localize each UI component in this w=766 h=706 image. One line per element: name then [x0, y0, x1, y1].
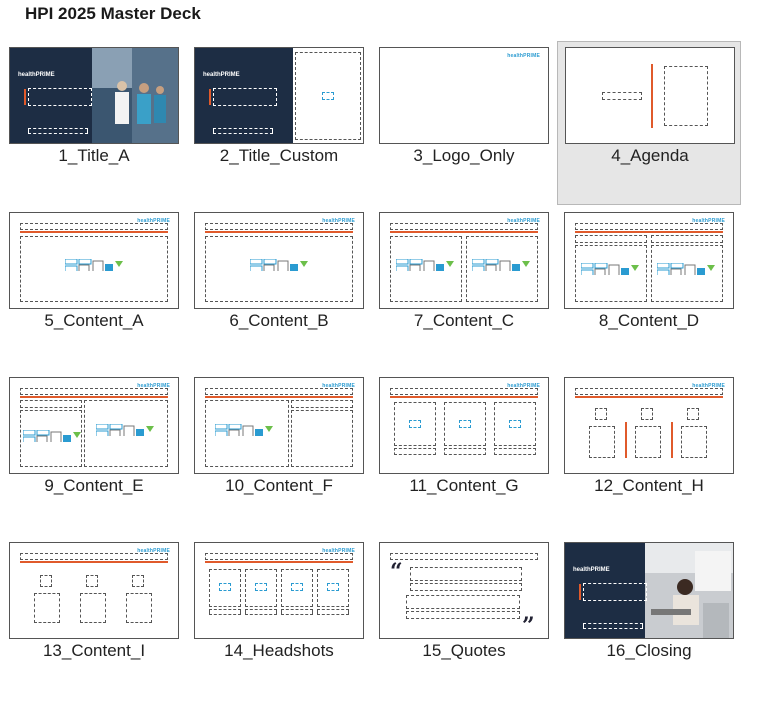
content-placeholder-icon	[472, 259, 530, 271]
layout-thumbnail-6[interactable]: healthPRIME 6_Content_B	[185, 205, 369, 369]
slide-preview: healthPRIME	[9, 47, 179, 144]
layout-label: 9_Content_E	[44, 476, 144, 495]
content-placeholder-icon	[657, 263, 715, 275]
content-placeholder-icon	[250, 259, 308, 271]
layout-thumbnail-11[interactable]: healthPRIME 11_Content_G	[370, 370, 554, 534]
brand-logo: healthPRIME	[18, 72, 55, 78]
open-quote-icon: “	[390, 559, 403, 585]
close-quote-icon: ”	[522, 613, 535, 639]
layout-label: 14_Headshots	[224, 641, 334, 660]
slide-preview: “ ”	[379, 542, 549, 639]
layout-thumbnail-7[interactable]: healthPRIME 7_Content_C	[370, 205, 554, 369]
layout-thumbnail-8[interactable]: healthPRIME 8_Content_D	[555, 205, 739, 369]
slide-preview: healthPRIME	[564, 542, 734, 639]
layout-label: 7_Content_C	[413, 311, 515, 330]
slide-preview: healthPRIME	[564, 212, 734, 309]
photo-office-worker	[645, 543, 733, 638]
content-placeholder-icon	[96, 424, 154, 436]
layout-label: 8_Content_D	[598, 311, 700, 330]
layout-thumbnail-12[interactable]: healthPRIME 12_Content_H	[555, 370, 739, 534]
layout-thumbnail-3[interactable]: healthPRIME 3_Logo_Only	[370, 40, 554, 204]
deck-title: HPI 2025 Master Deck	[25, 4, 201, 23]
content-placeholder-icon	[581, 263, 639, 275]
content-placeholder-icon	[215, 424, 273, 436]
slide-preview	[565, 47, 735, 144]
photo-hospital-staff	[92, 48, 178, 143]
layout-thumbnail-14[interactable]: healthPRIME 14_Headshots	[185, 535, 369, 699]
layout-label: 6_Content_B	[229, 311, 329, 330]
content-placeholder-icon	[65, 259, 123, 271]
brand-logo: healthPRIME	[507, 53, 540, 59]
slide-preview: healthPRIME	[194, 212, 364, 309]
content-placeholder-icon	[23, 430, 81, 442]
slide-preview: healthPRIME	[9, 377, 179, 474]
layout-thumbnail-16[interactable]: healthPRIME 16_Closing	[555, 535, 739, 699]
slide-preview: healthPRIME	[379, 47, 549, 144]
layout-label: 4_Agenda	[611, 146, 689, 165]
layout-thumbnail-4[interactable]: 4_Agenda	[557, 41, 741, 205]
layout-label: 15_Quotes	[422, 641, 506, 660]
slide-preview: healthPRIME	[379, 212, 549, 309]
layout-label: 2_Title_Custom	[219, 146, 339, 165]
slide-preview: healthPRIME	[194, 377, 364, 474]
slide-preview: healthPRIME	[194, 47, 364, 144]
layout-thumbnail-13[interactable]: healthPRIME 13_Content_I	[0, 535, 184, 699]
layout-thumbnail-15[interactable]: “ ” 15_Quotes	[370, 535, 554, 699]
layout-label: 10_Content_F	[225, 476, 333, 495]
layout-label: 5_Content_A	[44, 311, 144, 330]
layout-label: 11_Content_G	[409, 476, 519, 495]
brand-logo: healthPRIME	[203, 72, 240, 78]
layout-label: 12_Content_H	[594, 476, 704, 495]
layout-label: 3_Logo_Only	[413, 146, 515, 165]
slide-preview: healthPRIME	[564, 377, 734, 474]
layout-thumbnail-5[interactable]: healthPRIME 5_Content_A	[0, 205, 184, 369]
layout-thumbnail-2[interactable]: healthPRIME 2_Title_Custom	[185, 40, 369, 204]
layout-label: 1_Title_A	[58, 146, 130, 165]
layout-label: 13_Content_I	[42, 641, 146, 660]
layout-thumbnail-1[interactable]: healthPRIME 1_Title_A	[0, 40, 184, 204]
layout-label: 16_Closing	[606, 641, 692, 660]
layout-thumbnail-10[interactable]: healthPRIME 10_Content_F	[185, 370, 369, 534]
slide-preview: healthPRIME	[194, 542, 364, 639]
layout-thumbnail-9[interactable]: healthPRIME 9_Content_E	[0, 370, 184, 534]
slide-preview: healthPRIME	[9, 542, 179, 639]
slide-preview: healthPRIME	[9, 212, 179, 309]
content-placeholder-icon	[396, 259, 454, 271]
brand-logo: healthPRIME	[573, 567, 610, 573]
slide-preview: healthPRIME	[379, 377, 549, 474]
